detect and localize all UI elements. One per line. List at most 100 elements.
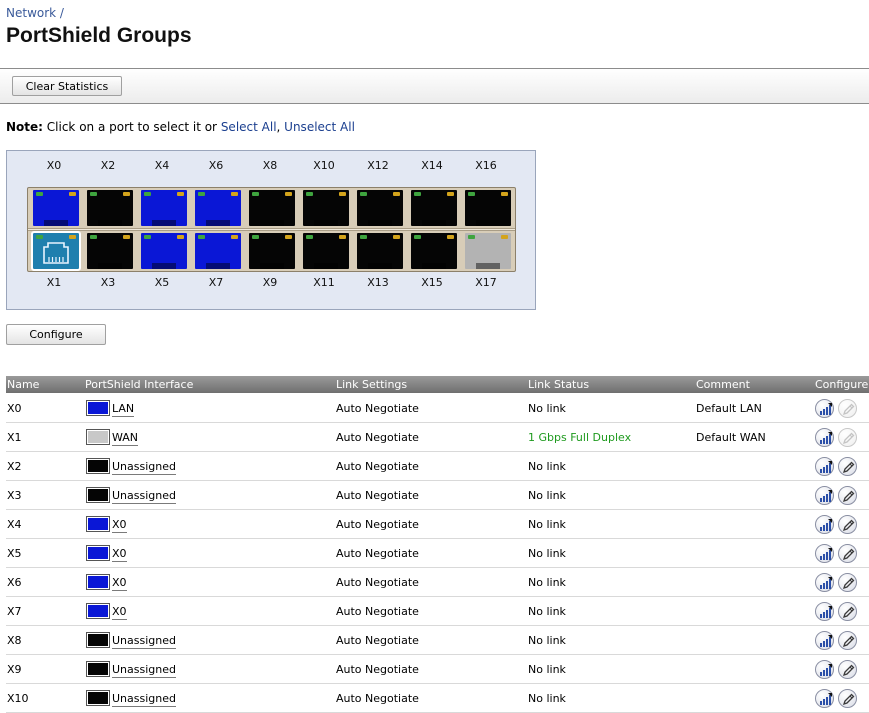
header-interface[interactable]: PortShield Interface [85, 378, 193, 391]
table-row: X0 LAN Auto Negotiate No link Default LAN [6, 394, 869, 423]
link-led [90, 192, 97, 196]
port-x15[interactable] [411, 233, 457, 269]
port-x1[interactable] [31, 231, 81, 271]
table-row: X9 Unassigned Auto Negotiate No link [6, 655, 869, 684]
statistics-icon[interactable] [815, 399, 834, 418]
port-notch [152, 263, 176, 269]
link-led [36, 192, 43, 196]
header-name[interactable]: Name [7, 378, 39, 391]
link-settings: Auto Negotiate [336, 460, 419, 473]
header-configure: Configure [815, 378, 869, 391]
statistics-icon[interactable] [815, 515, 834, 534]
port-x0[interactable] [33, 190, 79, 226]
link-led [144, 235, 151, 239]
interface-color-swatch [86, 516, 110, 532]
edit-pencil-icon[interactable] [838, 399, 857, 418]
interface-color-swatch [86, 545, 110, 561]
link-status: No link [528, 605, 566, 618]
table-row: X3 Unassigned Auto Negotiate No link [6, 481, 869, 510]
edit-pencil-icon[interactable] [838, 689, 857, 708]
statistics-icon[interactable] [815, 573, 834, 592]
portshield-interface-text: X0 [112, 547, 127, 562]
header-comment[interactable]: Comment [696, 378, 750, 391]
port-notch [476, 263, 500, 269]
statistics-icon[interactable] [815, 486, 834, 505]
note-label: Note: [6, 120, 43, 134]
port-x17[interactable] [465, 233, 511, 269]
port-label: X8 [262, 159, 278, 172]
edit-pencil-icon[interactable] [838, 573, 857, 592]
port-x12[interactable] [357, 190, 403, 226]
statistics-icon[interactable] [815, 602, 834, 621]
portshield-interface: X0 [112, 576, 127, 591]
activity-led [69, 192, 76, 196]
activity-led [69, 235, 76, 239]
port-x7[interactable] [195, 233, 241, 269]
statistics-icon[interactable] [815, 660, 834, 679]
port-label: X4 [154, 159, 170, 172]
interface-color-swatch [86, 487, 110, 503]
port-x11[interactable] [303, 233, 349, 269]
port-notch [98, 263, 122, 269]
link-settings: Auto Negotiate [336, 402, 419, 415]
port-x3[interactable] [87, 233, 133, 269]
edit-pencil-icon[interactable] [838, 631, 857, 650]
port-label: X1 [46, 276, 62, 289]
port-notch [260, 263, 284, 269]
link-led [468, 192, 475, 196]
unselect-all-link[interactable]: Unselect All [284, 120, 355, 134]
breadcrumb[interactable]: Network / [6, 6, 64, 20]
clear-statistics-button[interactable]: Clear Statistics [12, 76, 122, 96]
port-notch [422, 263, 446, 269]
edit-pencil-icon[interactable] [838, 544, 857, 563]
port-x10[interactable] [303, 190, 349, 226]
portshield-interface: X0 [112, 605, 127, 620]
port-name: X7 [7, 605, 22, 618]
edit-pencil-icon[interactable] [838, 515, 857, 534]
port-x8[interactable] [249, 190, 295, 226]
statistics-icon[interactable] [815, 544, 834, 563]
portshield-interface-text: X0 [112, 605, 127, 620]
port-x16[interactable] [465, 190, 511, 226]
port-name: X0 [7, 402, 22, 415]
portshield-interface-text: Unassigned [112, 692, 176, 707]
activity-led [231, 192, 238, 196]
statistics-icon[interactable] [815, 428, 834, 447]
edit-pencil-icon[interactable] [838, 602, 857, 621]
select-all-link[interactable]: Select All [221, 120, 277, 134]
edit-pencil-icon[interactable] [838, 428, 857, 447]
portshield-interface: Unassigned [112, 692, 176, 707]
port-x5[interactable] [141, 233, 187, 269]
port-x2[interactable] [87, 190, 133, 226]
port-x6[interactable] [195, 190, 241, 226]
link-settings: Auto Negotiate [336, 663, 419, 676]
port-name: X10 [7, 692, 29, 705]
statistics-icon[interactable] [815, 631, 834, 650]
interface-color-swatch [86, 661, 110, 677]
header-link-settings[interactable]: Link Settings [336, 378, 407, 391]
comment: Default WAN [696, 431, 766, 444]
port-x4[interactable] [141, 190, 187, 226]
edit-pencil-icon[interactable] [838, 486, 857, 505]
link-led [144, 192, 151, 196]
port-notch [314, 220, 338, 226]
table-row: X7 X0 Auto Negotiate No link [6, 597, 869, 626]
statistics-icon[interactable] [815, 689, 834, 708]
note-text: Click on a port to select it or [42, 120, 221, 134]
edit-pencil-icon[interactable] [838, 660, 857, 679]
port-notch [260, 220, 284, 226]
header-link-status[interactable]: Link Status [528, 378, 589, 391]
port-x13[interactable] [357, 233, 403, 269]
port-name: X1 [7, 431, 22, 444]
edit-pencil-icon[interactable] [838, 457, 857, 476]
link-status: No link [528, 692, 566, 705]
statistics-icon[interactable] [815, 457, 834, 476]
port-label: X16 [475, 159, 497, 172]
activity-led [285, 235, 292, 239]
port-x14[interactable] [411, 190, 457, 226]
port-x9[interactable] [249, 233, 295, 269]
configure-button[interactable]: Configure [6, 324, 106, 345]
activity-led [339, 192, 346, 196]
switch-panel: X0 X2 X4 X6 X8 X10 X12 X14 X16 X1 X3 X5 X7 X9 X11 X13 X1… [6, 150, 536, 310]
table-row: X1 WAN Auto Negotiate 1 Gbps Full Duplex Def… [6, 423, 869, 452]
